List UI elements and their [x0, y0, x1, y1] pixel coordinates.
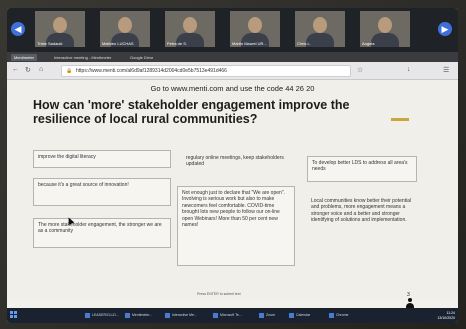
participant-tile[interactable]: Martin Maurel UR...	[230, 11, 280, 47]
windows-taskbar: LEADER/CLLD... Mentimeter... Interactive…	[7, 308, 458, 323]
url-text: https://www.menti.com/al6d9af1289314d200…	[76, 68, 227, 74]
participant-avatar	[378, 17, 392, 33]
join-instruction: Go to www.menti.com and use the code 44 …	[150, 84, 315, 93]
bookmark-icon[interactable]: ☆	[357, 66, 363, 74]
participant-name: Petra de S.	[167, 41, 188, 46]
video-call-strip: ◀ Triste Sadauki Mathieu LUCHAS Petra de…	[7, 8, 458, 52]
participant-avatar	[53, 17, 67, 33]
previous-participants-button[interactable]: ◀	[11, 22, 25, 36]
browser-tab[interactable]: Google Drive	[127, 54, 156, 61]
browser-tab-bar: Mentimeter Interactive meeting - Mentime…	[7, 52, 458, 62]
browser-tab[interactable]: Mentimeter	[11, 54, 38, 61]
participant-name: Angela	[362, 41, 375, 46]
response-card: Local communities know better their pote…	[311, 198, 412, 224]
participant-tile[interactable]: Chris L.	[295, 11, 345, 47]
system-clock[interactable]: 11:24 13/10/2020	[427, 311, 455, 320]
browser-toolbar: ← ↻ ⌂ 🔒 https://www.menti.com/al6d9af128…	[7, 62, 458, 80]
logo-mark	[391, 118, 409, 121]
monitor-screen: ◀ Triste Sadauki Mathieu LUCHAS Petra de…	[7, 8, 458, 323]
submit-hint: Press ENTER to submit text	[197, 292, 241, 296]
next-participants-button[interactable]: ▶	[438, 22, 452, 36]
participant-avatar	[248, 17, 262, 33]
windows-start-icon[interactable]	[10, 311, 18, 319]
taskbar-item[interactable]: Interactive Me...	[165, 311, 197, 320]
response-card: To develop better LDS to address all are…	[307, 156, 417, 182]
organization-logo	[391, 114, 417, 124]
response-card: regulary online meetings, keep stakehold…	[186, 155, 284, 168]
person-icon	[406, 298, 414, 308]
download-icon[interactable]: ↓	[407, 66, 411, 73]
menu-icon[interactable]: ☰	[443, 66, 449, 74]
clock-date: 13/10/2020	[437, 315, 455, 320]
participant-tile[interactable]: Triste Sadauki	[35, 11, 85, 47]
taskbar-item[interactable]: Zoom	[259, 311, 275, 320]
back-icon[interactable]: ←	[12, 66, 19, 73]
reload-icon[interactable]: ↻	[25, 66, 31, 74]
address-bar[interactable]: 🔒 https://www.menti.com/al6d9af1289314d2…	[61, 65, 351, 77]
participant-tile[interactable]: Mathieu LUCHAS	[100, 11, 150, 47]
participant-name: Triste Sadauki	[37, 41, 63, 46]
taskbar-item[interactable]: Microsoft Te...	[213, 311, 242, 320]
home-icon[interactable]: ⌂	[39, 66, 43, 73]
slide-question: How can 'more' stakeholder engagement im…	[33, 98, 350, 126]
lock-icon: 🔒	[66, 68, 73, 74]
participant-name: Chris L.	[297, 41, 311, 46]
participant-avatar	[313, 17, 327, 33]
response-card: The more stakeholder engagement, the str…	[33, 218, 171, 248]
response-card: Not enough just to declare that "We are …	[177, 186, 295, 266]
participant-tile[interactable]: Petra de S.	[165, 11, 215, 47]
participant-tile[interactable]: Angela	[360, 11, 410, 47]
taskbar-item[interactable]: Chrome	[329, 311, 348, 320]
participant-avatar	[118, 17, 132, 33]
taskbar-item[interactable]: Calendar	[289, 311, 310, 320]
response-card: improve the digital literacy	[33, 150, 171, 168]
response-card: because it's a great source of innovatio…	[33, 178, 171, 206]
browser-tab[interactable]: Interactive meeting - Mentimeter	[51, 54, 114, 61]
mentimeter-slide: Go to www.menti.com and use the code 44 …	[7, 80, 458, 308]
participant-body	[371, 33, 399, 47]
taskbar-item[interactable]: Mentimeter...	[125, 311, 152, 320]
participant-avatar	[183, 17, 197, 33]
taskbar-item[interactable]: LEADER/CLLD...	[85, 311, 119, 320]
participant-name: Mathieu LUCHAS	[102, 41, 134, 46]
participant-name: Martin Maurel UR...	[232, 41, 267, 46]
